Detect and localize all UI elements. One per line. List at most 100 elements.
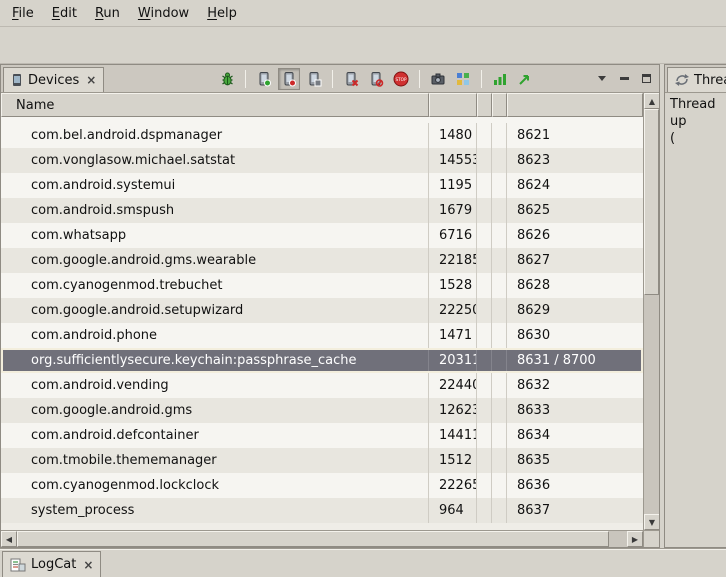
flag-cell xyxy=(492,148,507,173)
port-cell: 8625 xyxy=(507,198,643,223)
pid-cell: 22265 xyxy=(429,473,477,498)
port-cell: 8627 xyxy=(507,248,643,273)
table-row[interactable]: com.whatsapp67168626 xyxy=(1,223,643,248)
column-header-name[interactable]: Name xyxy=(1,93,429,117)
table-row[interactable]: com.cyanogenmod.lockclock222658636 xyxy=(1,473,643,498)
stop-method-profiling-icon[interactable] xyxy=(365,68,387,90)
name-cell: com.android.phone xyxy=(1,323,429,348)
tab-logcat-label: LogCat xyxy=(31,557,76,572)
column-header-flag2[interactable] xyxy=(492,93,507,117)
pid-cell: 22250 xyxy=(429,298,477,323)
tab-devices-label: Devices xyxy=(28,73,79,88)
cause-gc-icon[interactable] xyxy=(303,68,325,90)
scroll-down-icon[interactable]: ▼ xyxy=(644,514,659,530)
column-header-flag1[interactable] xyxy=(477,93,492,117)
scroll-left-icon[interactable]: ◀ xyxy=(1,531,17,547)
flag-cell xyxy=(477,323,492,348)
minimize-icon[interactable] xyxy=(615,71,633,87)
vertical-scrollbar[interactable]: ▲ ▼ xyxy=(643,93,659,530)
column-header-pid[interactable] xyxy=(429,93,477,117)
port-cell: 8635 xyxy=(507,448,643,473)
name-cell: com.google.android.setupwizard xyxy=(1,298,429,323)
toolbar-separator xyxy=(245,70,246,88)
table-row[interactable]: com.android.systemui11958624 xyxy=(1,173,643,198)
flag-cell xyxy=(477,423,492,448)
table-row[interactable]: com.cyanogenmod.trebuchet15288628 xyxy=(1,273,643,298)
flag-cell xyxy=(477,173,492,198)
name-cell: com.google.android.gms.wearable xyxy=(1,248,429,273)
name-cell: com.cyanogenmod.trebuchet xyxy=(1,273,429,298)
close-icon[interactable]: × xyxy=(86,73,96,87)
thread-updates-icon[interactable] xyxy=(514,68,536,90)
name-cell: com.vonglasow.michael.satstat xyxy=(1,148,429,173)
update-threads-icon[interactable] xyxy=(340,68,362,90)
port-cell: 8632 xyxy=(507,373,643,398)
flag-cell xyxy=(477,248,492,273)
stop-process-icon[interactable]: STOP xyxy=(390,68,412,90)
close-icon[interactable]: × xyxy=(83,558,93,572)
table-row[interactable]: com.google.android.gms.wearable221858627 xyxy=(1,248,643,273)
flag-cell xyxy=(492,198,507,223)
screen-capture-icon[interactable] xyxy=(427,68,449,90)
menu-window[interactable]: Window xyxy=(129,2,198,25)
vertical-scroll-track[interactable] xyxy=(644,109,659,514)
name-cell: com.bel.android.dspmanager xyxy=(1,123,429,148)
flag-cell xyxy=(492,123,507,148)
toolbar-separator xyxy=(481,70,482,88)
table-row[interactable]: com.tmobile.thememanager15128635 xyxy=(1,448,643,473)
menu-help[interactable]: Help xyxy=(198,2,246,25)
port-cell: 8624 xyxy=(507,173,643,198)
table-row[interactable]: org.sufficientlysecure.keychain:passphra… xyxy=(1,348,643,373)
port-cell: 8626 xyxy=(507,223,643,248)
scroll-right-icon[interactable]: ▶ xyxy=(627,531,643,547)
dump-hprof-icon[interactable] xyxy=(278,68,300,90)
horizontal-scrollbar[interactable]: ◀ ▶ xyxy=(1,530,659,547)
tab-logcat[interactable]: LogCat × xyxy=(2,551,101,577)
pid-cell: 22440 xyxy=(429,373,477,398)
table-row[interactable]: com.android.vending22440 8632 xyxy=(1,373,643,398)
column-header-port[interactable] xyxy=(507,93,643,117)
table-row[interactable]: com.google.android.setupwizard222508629 xyxy=(1,298,643,323)
horizontal-scroll-thumb[interactable] xyxy=(17,531,609,547)
vertical-scroll-thumb[interactable] xyxy=(644,109,659,295)
pid-cell: 14553 xyxy=(429,148,477,173)
table-row[interactable]: com.android.smspush16798625 xyxy=(1,198,643,223)
ui-hierarchy-icon[interactable] xyxy=(452,68,474,90)
name-cell: com.android.vending xyxy=(1,373,429,398)
flag-cell xyxy=(492,448,507,473)
name-cell: com.whatsapp xyxy=(1,223,429,248)
tab-threads[interactable]: Threa xyxy=(667,67,726,92)
debug-process-icon[interactable] xyxy=(216,68,238,90)
table-header-row: Name xyxy=(1,93,643,117)
threads-message-line1: Thread up xyxy=(670,96,721,130)
heap-updates-icon[interactable] xyxy=(489,68,511,90)
table-row[interactable]: com.android.defcontainer144118634 xyxy=(1,423,643,448)
menu-edit[interactable]: Edit xyxy=(43,2,86,25)
view-menu-icon[interactable] xyxy=(593,71,611,87)
table-row[interactable]: com.google.android.gms126238633 xyxy=(1,398,643,423)
pid-cell: 12623 xyxy=(429,398,477,423)
threads-tab-row: Threa xyxy=(665,65,726,93)
port-cell: 8636 xyxy=(507,473,643,498)
table-row[interactable]: com.vonglasow.michael.satstat145538623 xyxy=(1,148,643,173)
port-cell: 8630 xyxy=(507,323,643,348)
table-row[interactable]: com.bel.android.dspmanager14808621 xyxy=(1,123,643,148)
scroll-up-icon[interactable]: ▲ xyxy=(644,93,659,109)
flag-cell xyxy=(492,423,507,448)
table-row[interactable]: system_process9648637 xyxy=(1,498,643,523)
pid-cell: 14411 xyxy=(429,423,477,448)
table-row[interactable]: com.android.phone14718630 xyxy=(1,323,643,348)
flag-cell xyxy=(477,373,492,398)
device-icon xyxy=(11,73,23,87)
scrollbar-corner xyxy=(643,531,659,547)
tab-threads-label: Threa xyxy=(694,73,726,88)
horizontal-scroll-track[interactable] xyxy=(17,531,627,547)
update-heap-icon[interactable] xyxy=(253,68,275,90)
flag-cell xyxy=(477,223,492,248)
menu-file[interactable]: File xyxy=(3,2,43,25)
menu-run[interactable]: Run xyxy=(86,2,129,25)
port-cell: 8637 xyxy=(507,498,643,523)
maximize-icon[interactable] xyxy=(637,71,655,87)
name-cell: com.google.android.gms xyxy=(1,398,429,423)
tab-devices[interactable]: Devices × xyxy=(3,67,104,92)
